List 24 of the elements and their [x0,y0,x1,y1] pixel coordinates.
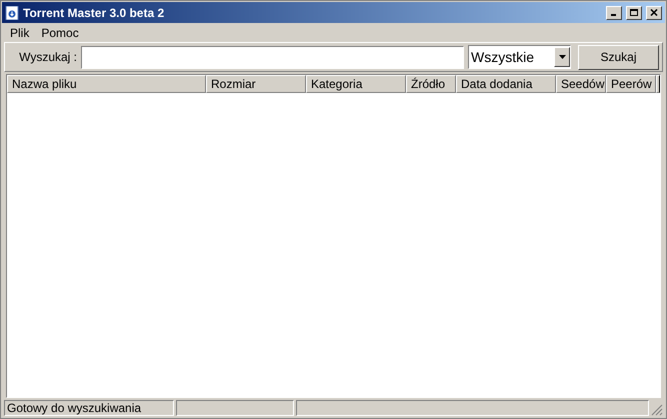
dropdown-button[interactable] [554,47,570,67]
window-title: Torrent Master 3.0 beta 2 [23,4,166,22]
maximize-icon [630,9,638,16]
minimize-button[interactable] [606,6,622,20]
category-dropdown[interactable]: Wszystkie [468,45,571,69]
menu-item[interactable]: Plik [4,24,36,42]
close-button[interactable] [646,6,662,20]
caret-icon [558,55,566,59]
search-label: Wyszukaj : [18,49,77,66]
column-header[interactable]: Data dodania [456,75,556,93]
column-header[interactable]: Nazwa pliku [7,75,206,93]
column-header[interactable]: Kategoria [306,75,406,93]
column-header[interactable]: Rozmiar [206,75,306,93]
app-icon [5,6,19,20]
menu-item[interactable]: Pomoc [35,24,85,42]
resize-grip-icon [651,404,663,416]
close-icon [650,9,658,16]
column-header[interactable]: Peerów [606,75,656,93]
search-button[interactable]: Szukaj [578,44,659,70]
column-header[interactable]: Seedów [556,75,606,93]
maximize-button[interactable] [626,6,642,20]
status-message: Gotowy do wyszukiwania [4,400,174,416]
search-field[interactable] [81,46,464,68]
column-header[interactable]: Źródło [406,75,456,93]
